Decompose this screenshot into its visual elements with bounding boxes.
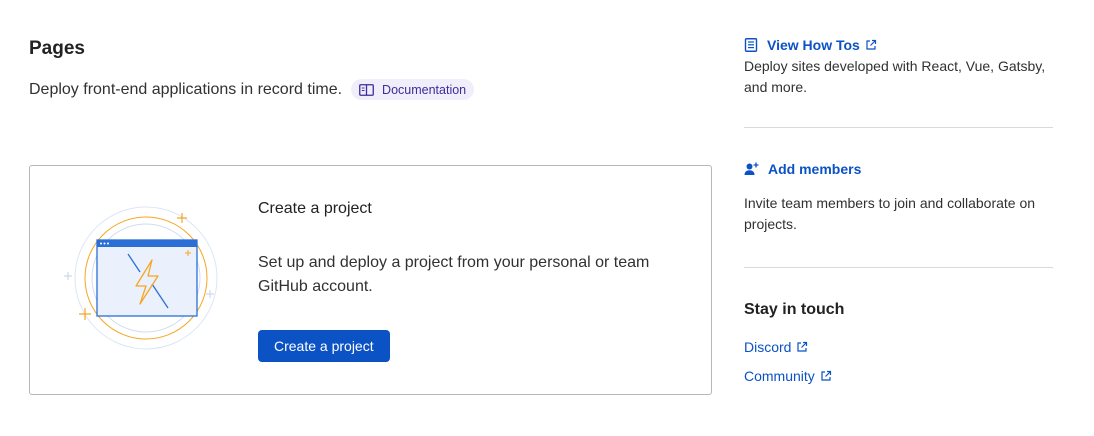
book-icon xyxy=(359,83,382,96)
external-link-icon xyxy=(820,370,832,382)
documentation-label: Documentation xyxy=(382,82,467,97)
stay-in-touch-title: Stay in touch xyxy=(744,301,845,318)
members-description: Invite team members to join and collabor… xyxy=(744,195,1036,232)
subtitle-row: Deploy front-end applications in record … xyxy=(29,79,475,100)
add-members-link[interactable]: Add members xyxy=(744,160,1054,178)
document-icon xyxy=(744,38,758,52)
create-project-card: Create a project Set up and deploy a pro… xyxy=(29,165,712,395)
view-how-tos-label: View How Tos xyxy=(767,37,860,53)
create-project-button[interactable]: Create a project xyxy=(258,330,390,362)
card-description: Set up and deploy a project from your pe… xyxy=(258,254,650,295)
discord-label: Discord xyxy=(744,339,792,355)
community-link[interactable]: Community xyxy=(744,367,832,385)
community-label: Community xyxy=(744,368,815,384)
add-members-label: Add members xyxy=(768,161,862,177)
view-how-tos-link[interactable]: View How Tos xyxy=(744,36,1054,54)
members-section: Add members Invite team members to join … xyxy=(744,160,1054,235)
how-tos-section: View How Tos Deploy sites developed with… xyxy=(744,36,1054,98)
documentation-badge[interactable]: Documentation xyxy=(351,79,475,100)
discord-link[interactable]: Discord xyxy=(744,338,808,356)
how-tos-description: Deploy sites developed with React, Vue, … xyxy=(744,58,1046,95)
external-link-icon xyxy=(796,341,808,353)
page-subtitle: Deploy front-end applications in record … xyxy=(29,80,343,98)
divider xyxy=(744,267,1053,268)
divider xyxy=(744,127,1053,128)
add-user-icon xyxy=(744,162,759,176)
external-link-icon xyxy=(865,39,877,51)
page-title: Pages xyxy=(29,38,85,59)
project-illustration xyxy=(60,202,220,352)
card-title: Create a project xyxy=(258,200,372,217)
